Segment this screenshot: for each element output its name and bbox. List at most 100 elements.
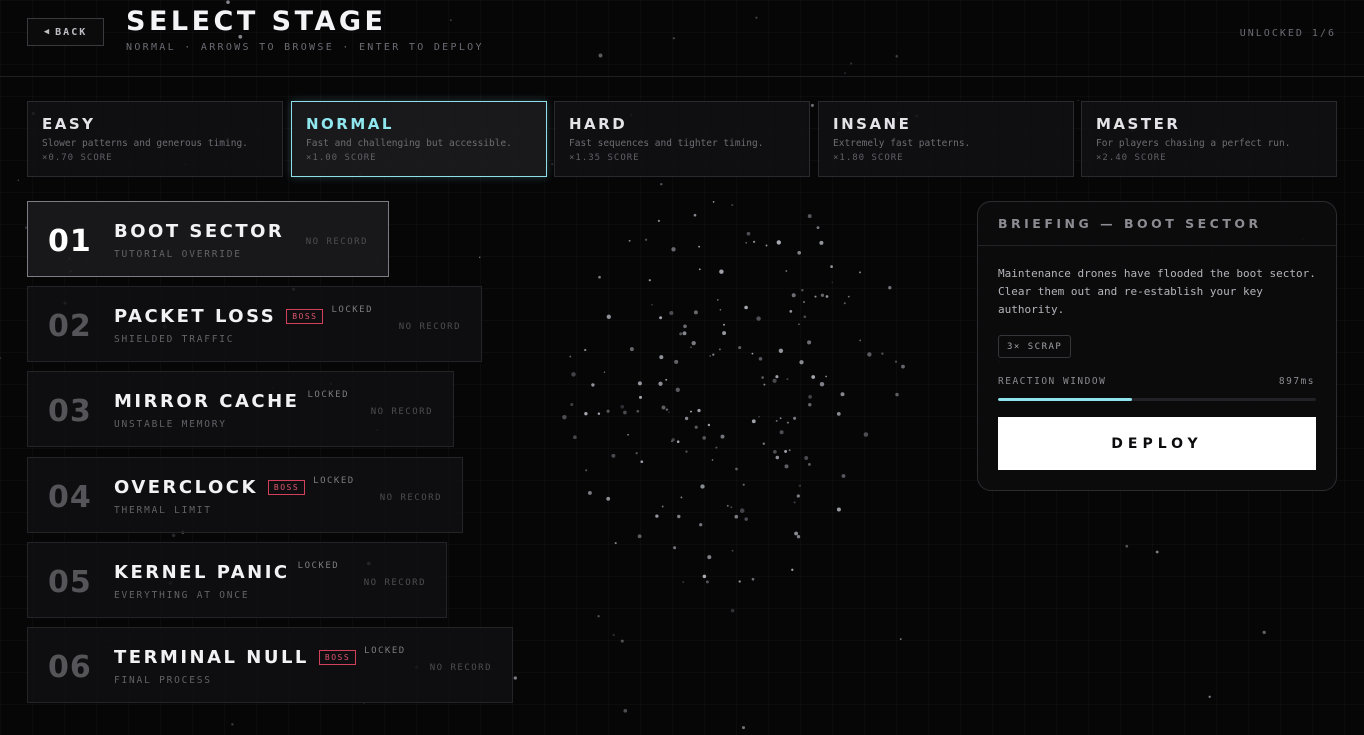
difficulty-desc: Slower patterns and generous timing. [42,138,248,149]
star [597,614,600,618]
difficulty-name: HARD [569,115,628,133]
star [888,286,892,290]
difficulty-multiplier: ×1.35 SCORE [569,153,640,163]
star [569,355,572,358]
star [715,446,718,449]
star [807,214,812,219]
star [711,459,714,461]
star [691,340,696,346]
stage-record: NO RECORD [379,493,442,503]
stage-card-05[interactable]: 05 KERNEL PANIC LOCKED EVERYTHING AT ONC… [27,542,447,618]
star [758,357,763,361]
star [731,549,734,552]
star [746,231,751,236]
star [784,449,788,453]
star [798,323,800,325]
star [598,53,603,58]
star [796,535,801,539]
star [718,348,721,351]
star [803,315,807,319]
star [836,507,841,512]
star [722,331,727,336]
stage-card-01[interactable]: 01 BOOT SECTOR TUTORIAL OVERRIDE NO RECO… [27,201,389,277]
star [797,250,802,255]
star [786,378,789,381]
stage-card-04[interactable]: 04 OVERCLOCK BOSS LOCKED THERMAL LIMIT N… [27,457,463,533]
star [793,416,797,420]
star [807,462,811,466]
star [1208,695,1211,698]
star [779,417,782,420]
star [620,639,624,643]
star [629,347,634,352]
star [791,293,796,298]
star [673,546,677,550]
star [680,496,683,499]
star [847,295,850,298]
star [231,723,234,726]
star [1262,630,1266,635]
difficulty-name: INSANE [833,115,912,133]
stage-number: 05 [48,565,92,600]
difficulty-name: EASY [42,115,96,133]
star [804,456,809,460]
star [808,403,812,407]
star [793,501,796,504]
page-subtitle: NORMAL · ARROWS TO BROWSE · ENTER TO DEP… [126,42,484,53]
star [807,340,812,345]
star [627,433,629,436]
difficulty-desc: Extremely fast patterns. [833,138,971,149]
star [858,271,862,274]
difficulty-desc: Fast sequences and tighter timing. [569,138,764,149]
star [603,371,606,373]
star [659,355,664,360]
star [562,415,567,420]
star [661,505,664,508]
star [606,496,611,501]
star [677,514,681,519]
star [17,179,20,182]
star [665,378,668,381]
star [644,238,648,241]
star [606,314,611,319]
star [778,348,784,353]
boss-badge: BOSS [286,309,324,324]
star [719,269,724,274]
star [731,204,734,207]
star [702,436,707,440]
difficulty-card-insane[interactable]: INSANE Extremely fast patterns. ×1.80 SC… [818,101,1074,177]
stage-subtitle: SHIELDED TRAFFIC [114,334,235,345]
reward-badge: 3× SCRAP [998,335,1072,358]
star [699,523,703,527]
star [584,412,588,416]
star [620,404,625,409]
difficulty-card-normal[interactable]: NORMAL Fast and challenging but accessib… [291,101,547,177]
star [820,293,825,297]
star [690,410,692,413]
star [658,381,663,386]
difficulty-card-master[interactable]: MASTER For players chasing a perfect run… [1081,101,1337,177]
stage-card-02[interactable]: 02 PACKET LOSS BOSS LOCKED SHIELDED TRAF… [27,286,482,362]
difficulty-card-hard[interactable]: HARD Fast sequences and tighter timing. … [554,101,810,177]
star [716,299,719,301]
star [685,450,688,453]
star [801,288,804,292]
star [637,534,642,539]
stage-card-06[interactable]: 06 TERMINAL NULL BOSS LOCKED FINAL PROCE… [27,627,513,703]
stage-card-03[interactable]: 03 MIRROR CACHE LOCKED UNSTABLE MEMORY N… [27,371,454,447]
star [811,375,816,379]
deploy-button[interactable]: DEPLOY [998,417,1316,470]
back-button[interactable]: ◀ BACK [27,18,104,46]
stage-number: 04 [48,480,92,515]
difficulty-card-easy[interactable]: EASY Slower patterns and generous timing… [27,101,283,177]
stage-number: 01 [48,224,92,259]
stage-number: 03 [48,394,92,429]
difficulty-desc: Fast and challenging but accessible. [306,138,512,149]
star [825,375,827,378]
star [623,708,628,713]
star [672,37,675,40]
star [784,464,789,469]
star [614,542,617,545]
difficulty-name: MASTER [1096,115,1181,133]
star [684,416,689,421]
